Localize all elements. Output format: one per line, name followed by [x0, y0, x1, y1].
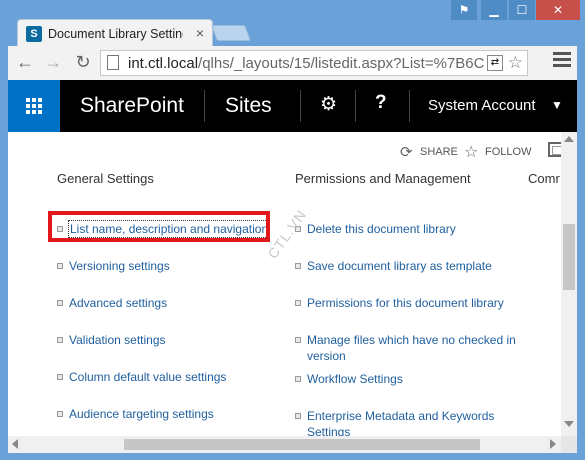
link-label[interactable]: Audience targeting settings: [69, 406, 214, 422]
scroll-right-icon[interactable]: [550, 439, 556, 449]
chevron-down-icon[interactable]: ▼: [551, 98, 563, 112]
watermark: CTL.VN: [264, 206, 310, 262]
scrollbar-corner: [561, 436, 577, 453]
link-label[interactable]: Delete this document library: [307, 221, 456, 237]
help-icon[interactable]: ?: [375, 92, 387, 114]
bullet-icon: [295, 376, 301, 382]
link-label[interactable]: Save document library as template: [307, 258, 492, 274]
bullet-icon: [57, 374, 63, 380]
bullet-icon: [295, 263, 301, 269]
sharepoint-favicon-icon: S: [26, 26, 42, 42]
url-text[interactable]: int.ctl.local/qlhs/_layouts/15/listedit.…: [128, 55, 508, 72]
vertical-scroll-thumb[interactable]: [563, 224, 575, 290]
bullet-icon: [295, 413, 301, 419]
highlight-box: [48, 211, 270, 242]
suite-bar: SharePoint Sites ⚙ ? System Account ▼: [8, 80, 577, 132]
suite-divider: [355, 90, 356, 122]
suite-divider: [300, 90, 301, 122]
link-label[interactable]: Versioning settings: [69, 258, 170, 274]
app-launcher-icon[interactable]: [8, 80, 60, 132]
horizontal-scrollbar[interactable]: [8, 436, 561, 453]
bullet-icon: [57, 300, 63, 306]
address-bar[interactable]: int.ctl.local/qlhs/_layouts/15/listedit.…: [100, 50, 528, 76]
browser-tab[interactable]: S Document Library Settings ×: [17, 19, 213, 47]
communications-heading: Comr: [528, 171, 560, 186]
extension-icon[interactable]: ⇄: [487, 55, 503, 71]
vertical-scrollbar[interactable]: [561, 132, 577, 436]
suite-divider: [409, 90, 410, 122]
bullet-icon: [295, 300, 301, 306]
bullet-icon: [57, 337, 63, 343]
link-label[interactable]: Validation settings: [69, 332, 166, 348]
star-icon: ☆: [464, 144, 479, 161]
tab-close-icon[interactable]: ×: [196, 25, 204, 41]
title-bar: S Document Library Settings × ⚑ ▁ ☐ ✕: [0, 0, 585, 47]
share-label: SHARE: [420, 146, 458, 158]
url-host: int.ctl.local: [128, 55, 199, 72]
bookmark-star-icon[interactable]: ☆: [508, 53, 523, 73]
user-profile-button[interactable]: ⚑: [451, 0, 477, 20]
new-tab-button[interactable]: [211, 25, 251, 41]
close-window-button[interactable]: ✕: [536, 0, 580, 20]
url-path: /qlhs/_layouts/15/listedit.aspx?List=%7B…: [198, 55, 485, 72]
scroll-up-icon[interactable]: [564, 136, 574, 142]
sharepoint-brand[interactable]: SharePoint: [80, 94, 184, 118]
link-label[interactable]: Workflow Settings: [307, 371, 403, 387]
back-arrow-icon[interactable]: ←: [14, 51, 36, 73]
general-settings-heading: General Settings: [57, 171, 154, 186]
tab-title: Document Library Settings: [48, 27, 183, 41]
scroll-down-icon[interactable]: [564, 421, 574, 427]
follow-label: FOLLOW: [485, 146, 532, 158]
sites-link[interactable]: Sites: [225, 94, 272, 118]
account-menu[interactable]: System Account: [428, 97, 536, 114]
share-icon: ⟳: [400, 144, 413, 161]
link-label[interactable]: Permissions for this document library: [307, 295, 504, 311]
maximize-button[interactable]: ☐: [509, 0, 535, 20]
link-label[interactable]: Column default value settings: [69, 369, 226, 385]
permissions-heading: Permissions and Management: [295, 171, 471, 186]
forward-arrow-icon[interactable]: →: [42, 51, 64, 73]
bullet-icon: [57, 411, 63, 417]
reload-icon[interactable]: ↻: [72, 51, 94, 73]
browser-menu-icon[interactable]: [553, 52, 571, 70]
link-label[interactable]: Manage files which have no checked in ve…: [307, 332, 522, 364]
minimize-button[interactable]: ▁: [481, 0, 507, 20]
suite-divider: [204, 90, 205, 122]
bullet-icon: [295, 337, 301, 343]
scroll-left-icon[interactable]: [12, 439, 18, 449]
link-label[interactable]: Advanced settings: [69, 295, 167, 311]
horizontal-scroll-thumb[interactable]: [124, 439, 480, 450]
page-icon: [107, 55, 119, 70]
browser-toolbar: ← → ↻ int.ctl.local/qlhs/_layouts/15/lis…: [8, 46, 577, 80]
page-viewport: SharePoint Sites ⚙ ? System Account ▼ ⟳ …: [8, 80, 577, 453]
settings-gear-icon[interactable]: ⚙: [320, 93, 337, 116]
bullet-icon: [57, 263, 63, 269]
